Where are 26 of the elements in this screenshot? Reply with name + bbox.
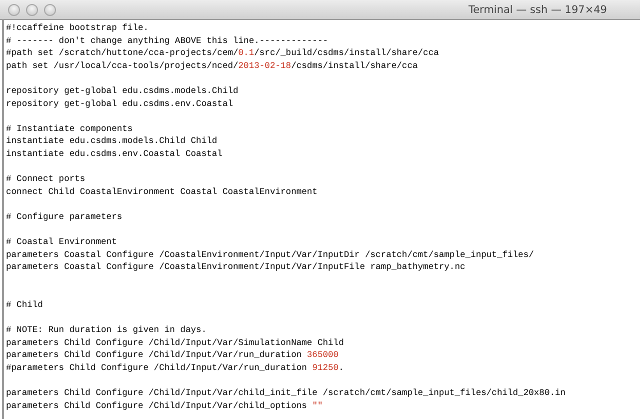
code-line: instantiate edu.csdms.env.Coastal Coastal	[6, 148, 224, 161]
code-line: repository get-global edu.csdms.models.Child	[6, 84, 240, 98]
code-line: parameters Child Configure /Child/Input/Var/child_options ""	[6, 400, 324, 412]
zoom-button[interactable]	[44, 4, 56, 16]
code-line: repository get-global edu.csdms.env.Coastal	[6, 98, 234, 110]
code-line: # ------- don't change anything ABOVE this line.-------------	[6, 34, 330, 48]
code-line: # Connect ports	[6, 173, 86, 186]
code-line: parameters Child Configure /Child/Input/Var/run_duration 365000	[6, 349, 340, 362]
code-line: parameters Child Configure /Child/Input/Var/SimulationName Child	[6, 336, 345, 350]
code-line: # Coastal Environment	[6, 236, 118, 249]
code-line: # NOTE: Run duration is given in days.	[6, 324, 208, 337]
code-line: #!ccaffeine bootstrap file.	[6, 22, 150, 35]
code-line: parameters Child Configure /Child/Input/Var/child_init_file /scratch/cmt/sample_input_files/child_20x80.in	[6, 387, 567, 400]
code-line: # Configure parameters	[6, 210, 124, 224]
code-line: #path set /scratch/huttone/cca-projects/cem/0.1/src/_build/csdms/install/share/cca	[6, 47, 440, 60]
code-line: parameters Coastal Configure /CoastalEnvironment/Input/Var/InputFile ramp_bathymetry.nc	[6, 261, 466, 274]
code-line: #parameters Child Configure /Child/Input/Var/run_duration 91250.	[6, 362, 345, 375]
code-line: path set /usr/local/cca-tools/projects/nced/2013-02-18/csdms/install/share/cca	[6, 60, 419, 72]
code-line: connect Child CoastalEnvironment Coastal CoastalEnvironment	[6, 186, 318, 198]
code-line: parameters Coastal Configure /CoastalEnvironment/Input/Var/InputDir /scratch/cmt/sample_input_files/	[6, 248, 535, 262]
code-line: # Instantiate components	[6, 122, 134, 136]
window-title: Terminal — ssh — 197×49	[468, 4, 607, 16]
minimize-button[interactable]	[26, 4, 38, 16]
code-line: instantiate edu.csdms.models.Child Child	[6, 135, 218, 148]
code-line: # Child	[6, 299, 44, 312]
close-button[interactable]	[8, 4, 20, 16]
